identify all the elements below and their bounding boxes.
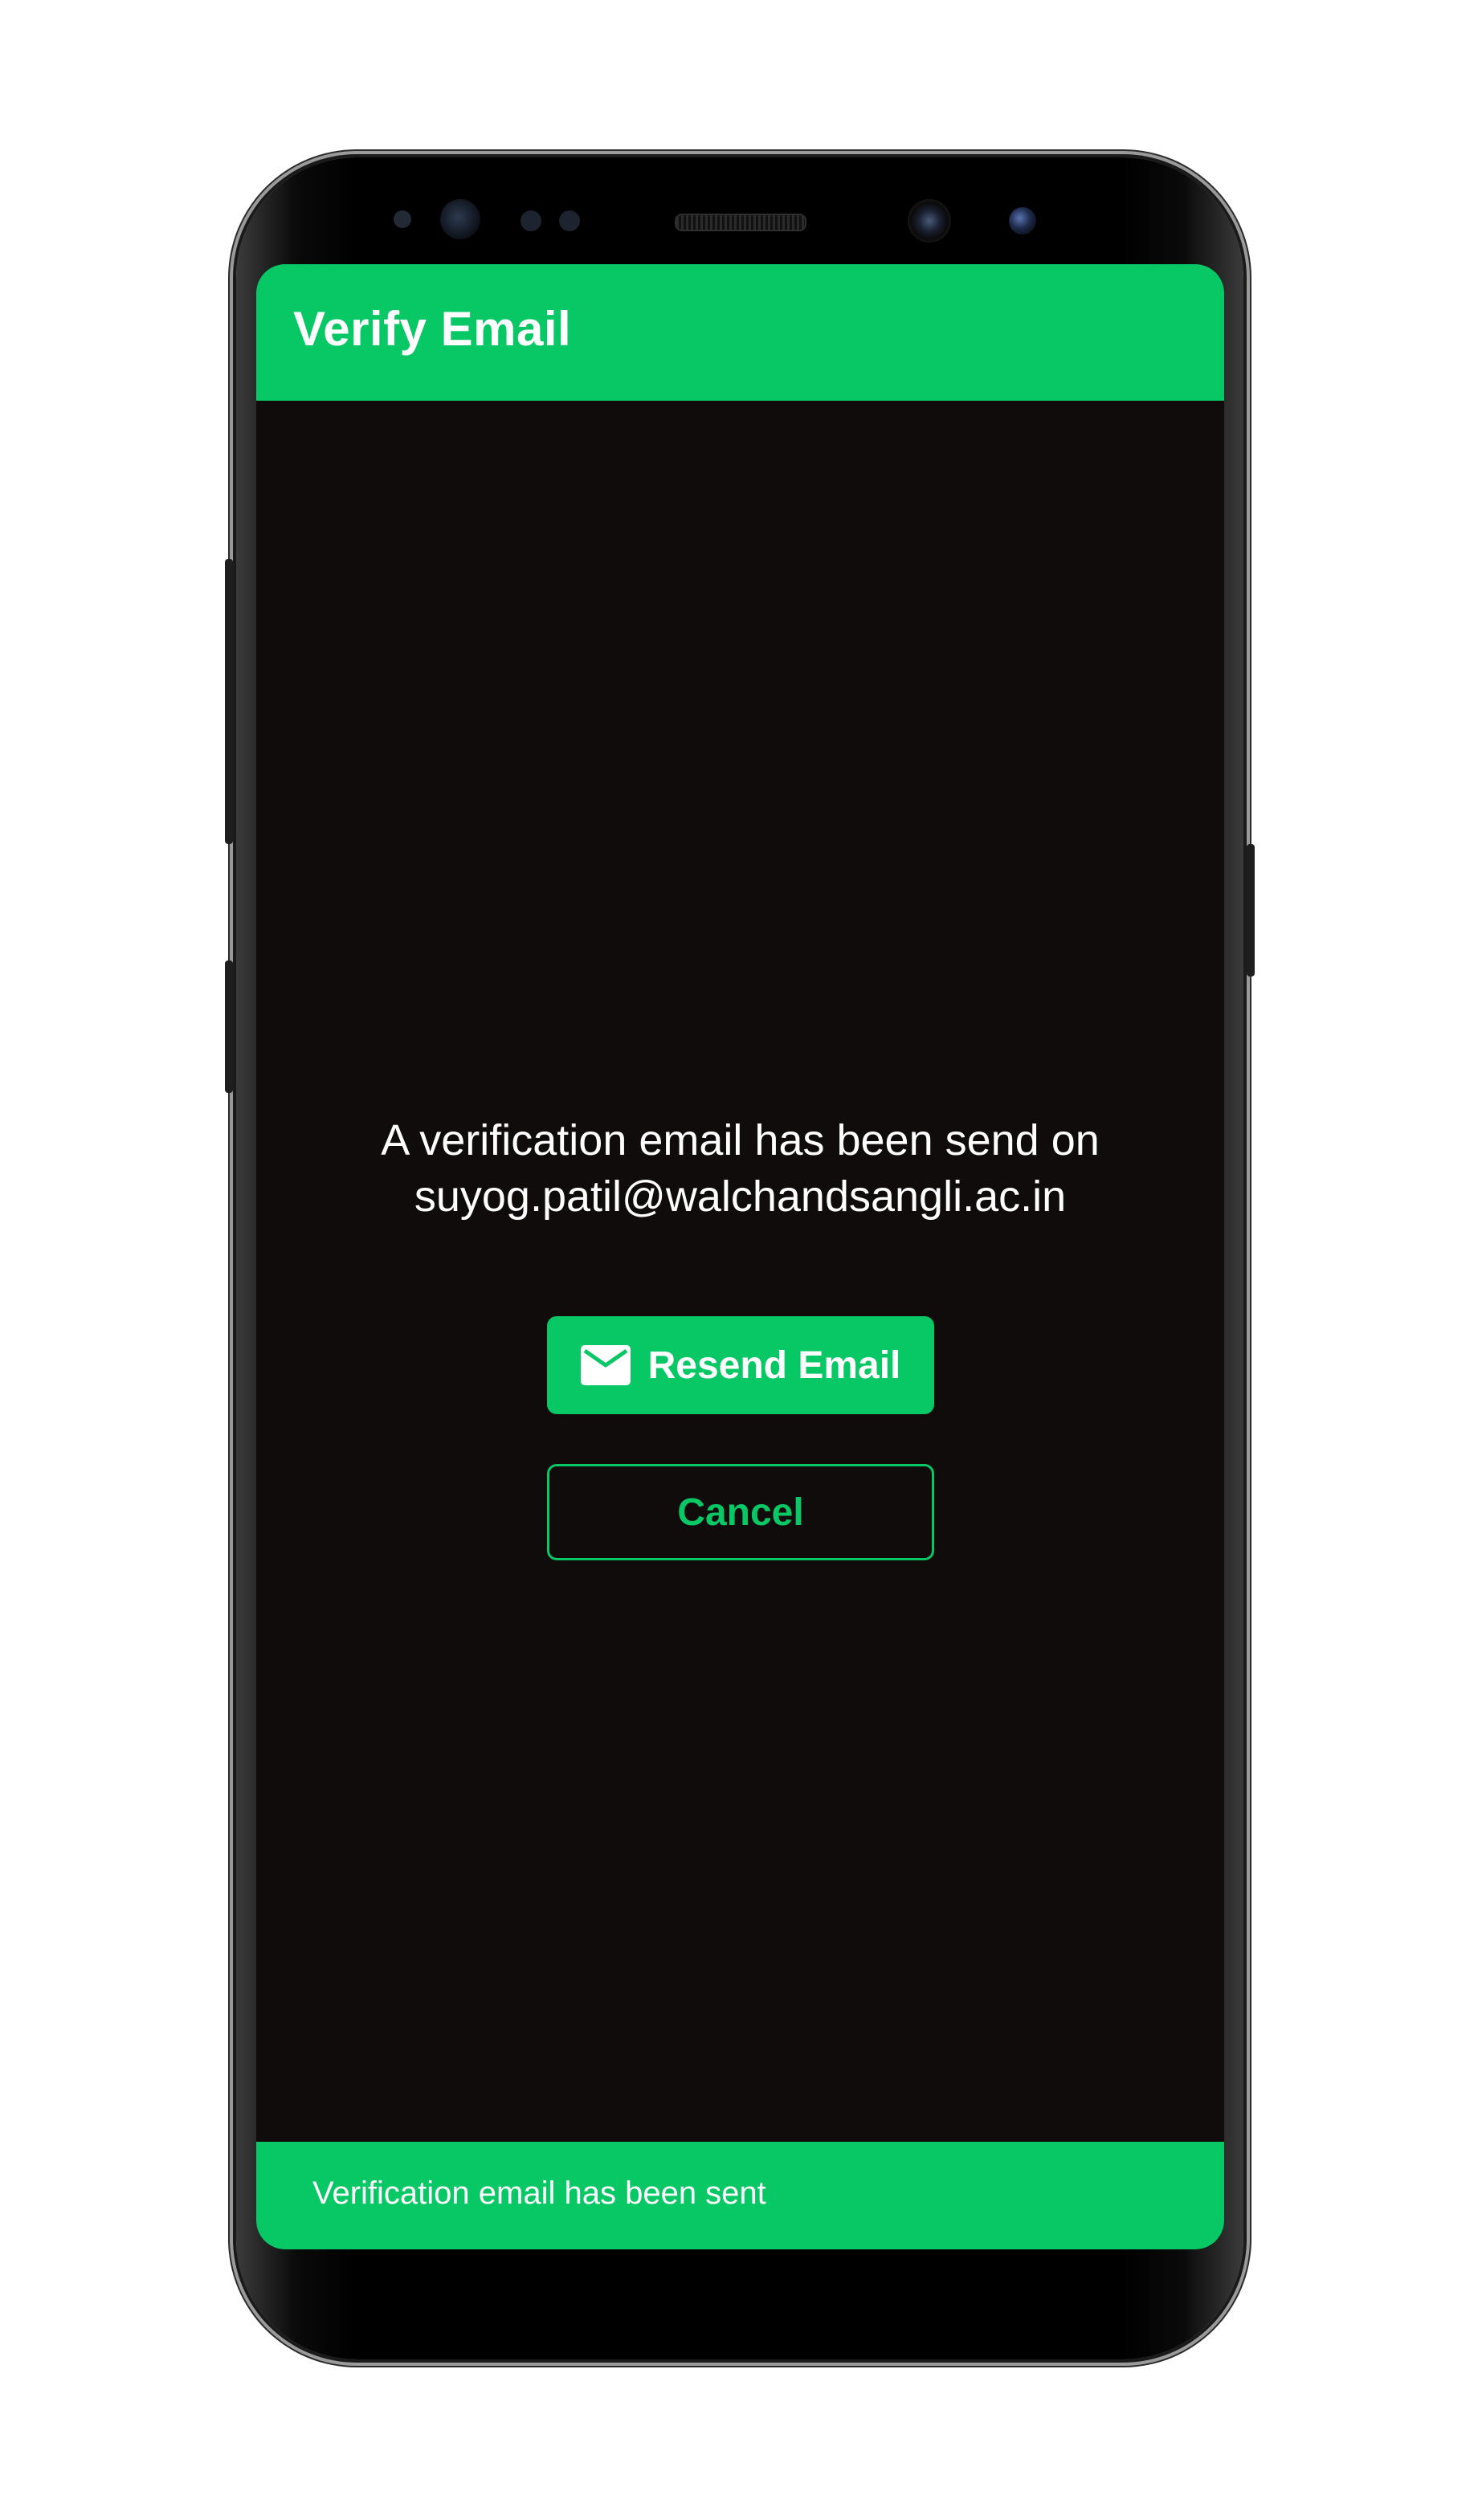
- proximity-sensor: [394, 210, 411, 228]
- light-sensor: [521, 210, 541, 231]
- page-title: Verify Email: [293, 302, 572, 356]
- light-sensor-2: [559, 210, 580, 231]
- message-line: A verification email has been send on: [381, 1116, 1100, 1164]
- iris-sensor: [440, 199, 480, 239]
- resend-email-label: Resend Email: [647, 1344, 901, 1387]
- power-button: [1247, 844, 1255, 977]
- resend-email-button[interactable]: Resend Email: [547, 1316, 934, 1414]
- mail-icon: [580, 1345, 631, 1385]
- snackbar-message: Verification email has been sent: [312, 2175, 766, 2211]
- volume-button: [225, 559, 233, 844]
- cancel-button[interactable]: Cancel: [547, 1464, 934, 1560]
- verification-message: A verification email has been send on su…: [256, 1112, 1224, 1225]
- earpiece-speaker: [675, 214, 806, 231]
- snackbar: Verification email has been sent: [256, 2142, 1224, 2249]
- app-bar: Verify Email: [256, 264, 1224, 401]
- email-address: suyog.patil@walchandsangli.ac.in: [414, 1172, 1067, 1221]
- bixby-button: [225, 960, 233, 1093]
- front-camera: [908, 199, 951, 243]
- cancel-label: Cancel: [677, 1490, 804, 1534]
- iris-camera: [1009, 207, 1036, 234]
- app-screen: Verify Email A verification email has be…: [256, 264, 1224, 2249]
